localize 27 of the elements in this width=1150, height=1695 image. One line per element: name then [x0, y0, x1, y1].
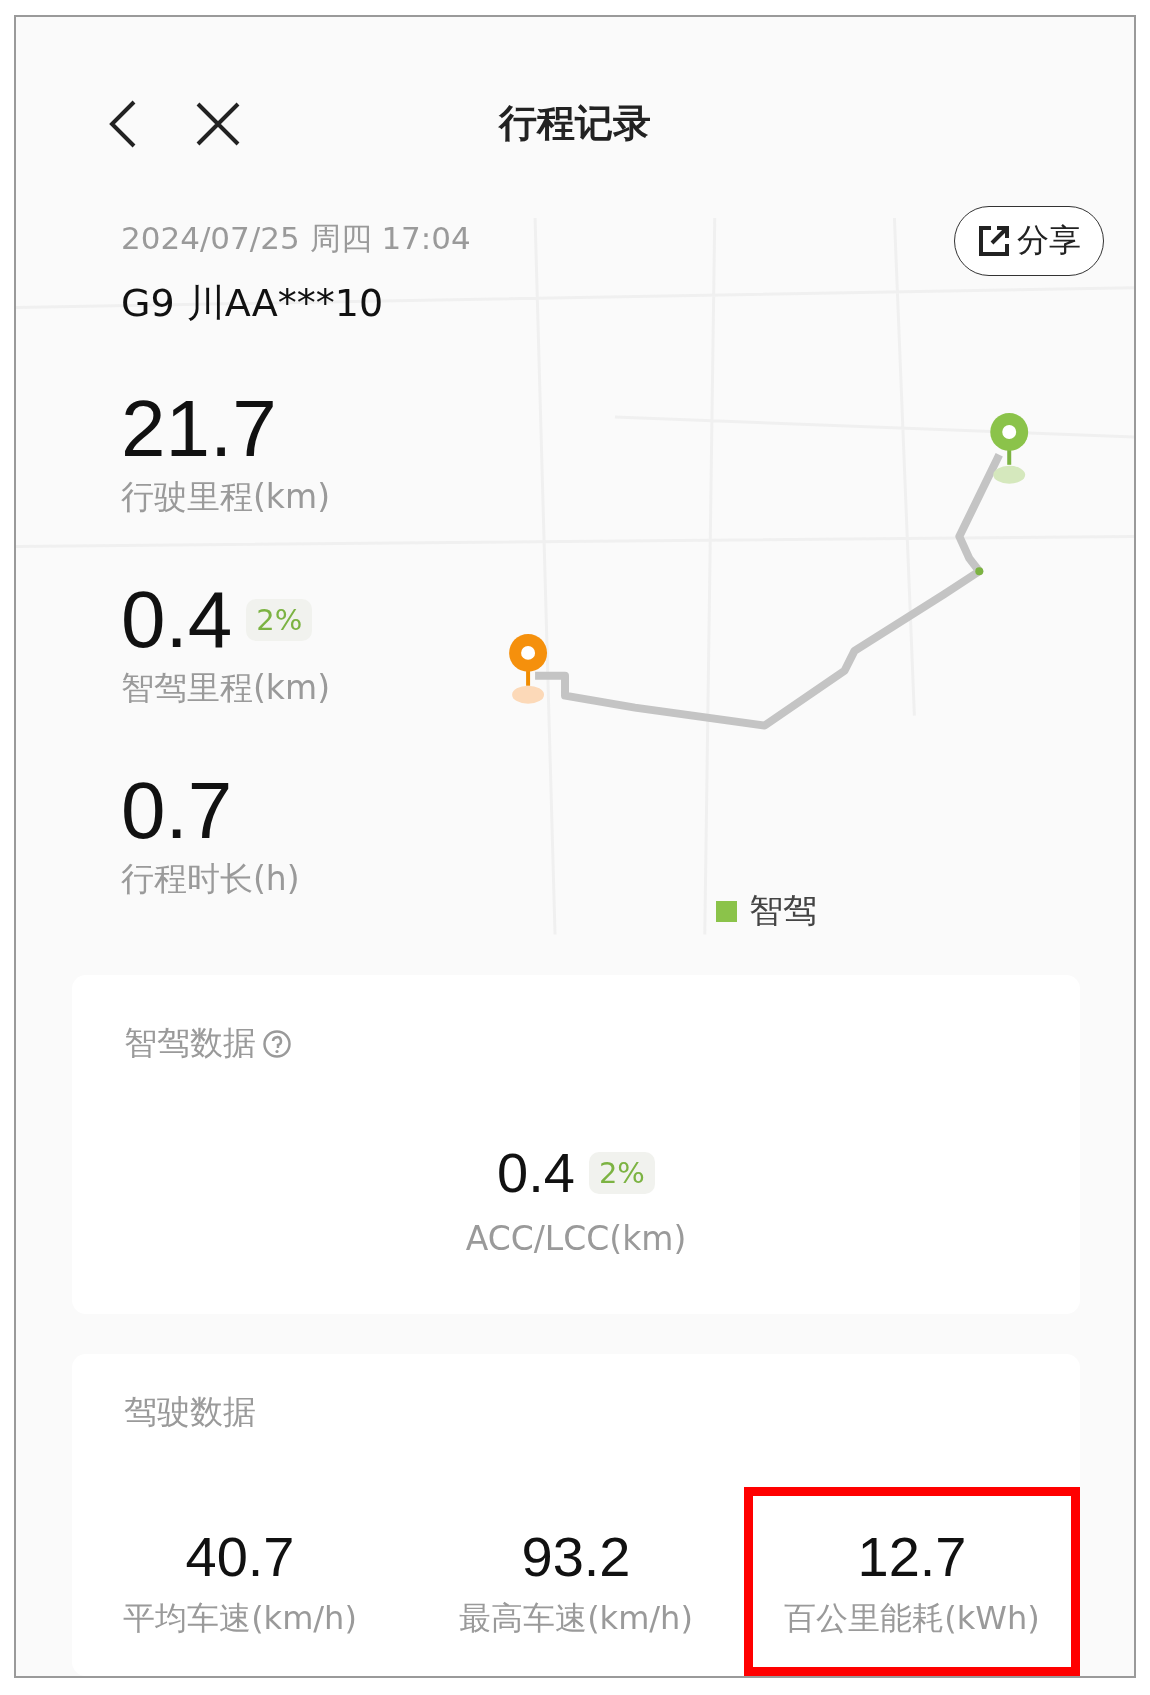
stat-value: 40.7 [185, 1524, 295, 1589]
percent-badge: 2% [588, 1151, 655, 1194]
stat-label: ACC/LCC(km) [465, 1219, 687, 1258]
card-title: 智驾数据 [124, 1022, 256, 1064]
close-icon [196, 101, 240, 146]
close-button[interactable] [196, 101, 240, 146]
stat-value: 93.2 [521, 1524, 631, 1589]
stat-label: 行程时长(h) [121, 858, 301, 901]
page-title: 行程记录 [499, 100, 651, 148]
help-icon[interactable] [262, 1028, 292, 1059]
stat-value: 21.7 [121, 385, 277, 474]
trip-datetime: 2024/07/25 周四 17:04 [121, 219, 471, 259]
stat-label: 行驶里程(km) [121, 476, 331, 519]
stat-label: 最高车速(km/h) [459, 1598, 693, 1639]
stat-value: 0.4 [121, 576, 233, 665]
legend-label: 智驾 [749, 889, 817, 933]
share-button[interactable]: 分享 [954, 206, 1104, 277]
stat-label: 百公里能耗(kWh) [784, 1598, 1040, 1639]
stat-label: 智驾里程(km) [121, 667, 331, 710]
card-title: 驾驶数据 [124, 1391, 256, 1433]
stat-value: 12.7 [857, 1524, 967, 1589]
vehicle-plate: G9 川AA***10 [121, 280, 384, 328]
stat-value: 0.7 [121, 767, 233, 856]
percent-badge: 2% [246, 599, 313, 642]
stat-value: 0.4 [497, 1140, 575, 1205]
share-icon [977, 224, 1011, 259]
stat-label: 平均车速(km/h) [123, 1598, 357, 1639]
